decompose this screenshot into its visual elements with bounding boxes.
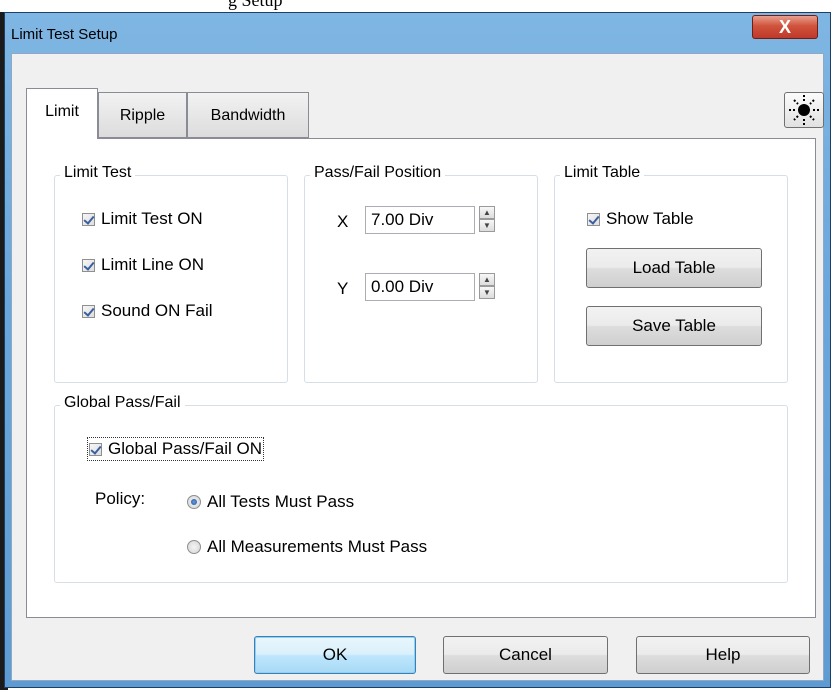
policy-all-measurements-label: All Measurements Must Pass xyxy=(207,537,428,556)
tab-limit[interactable]: Limit xyxy=(26,88,98,139)
policy-label: Policy: xyxy=(95,489,146,508)
ok-label: OK xyxy=(322,645,348,664)
help-button[interactable]: Help xyxy=(636,636,810,674)
checkbox-check-icon xyxy=(82,212,95,226)
show-table-label: Show Table xyxy=(606,209,694,228)
theme-button[interactable] xyxy=(784,92,824,128)
sound-on-fail-checkbox[interactable]: Sound ON Fail xyxy=(82,301,213,321)
checkbox-check-icon xyxy=(587,212,600,226)
tab-ripple-label: Ripple xyxy=(119,107,166,124)
close-button[interactable]: X xyxy=(752,15,818,39)
sun-icon xyxy=(789,95,819,125)
radio-selected-icon xyxy=(187,495,201,509)
spin-up-icon[interactable]: ▲ xyxy=(479,206,495,219)
policy-all-tests-label: All Tests Must Pass xyxy=(207,492,355,511)
x-position-label: X xyxy=(337,212,349,231)
background-text: g Setup xyxy=(228,0,283,10)
save-table-button[interactable]: Save Table xyxy=(586,306,762,346)
y-position-stepper[interactable]: ▲ ▼ xyxy=(479,273,497,301)
y-position-label: Y xyxy=(337,279,349,298)
cancel-label: Cancel xyxy=(499,645,552,664)
spin-down-icon[interactable]: ▼ xyxy=(479,286,495,299)
checkbox-check-icon xyxy=(89,442,102,456)
dialog-window: Limit Test Setup X Limit Ripple Bandwidt… xyxy=(4,12,831,688)
tab-ripple[interactable]: Ripple xyxy=(98,92,187,138)
radio-unselected-icon xyxy=(187,540,201,554)
show-table-checkbox[interactable]: Show Table xyxy=(587,209,694,229)
checkbox-check-icon xyxy=(82,258,95,272)
tab-bandwidth-label: Bandwidth xyxy=(210,107,286,124)
dialog-client-area: Limit Ripple Bandwidth Limit Test Limit … xyxy=(11,53,824,681)
y-position-input[interactable]: 0.00 Div xyxy=(365,273,475,301)
limit-test-on-label: Limit Test ON xyxy=(101,209,203,228)
limit-line-on-label: Limit Line ON xyxy=(101,255,204,274)
policy-all-measurements-radio[interactable]: All Measurements Must Pass xyxy=(187,537,427,557)
global-pass-fail-group-title: Global Pass/Fail xyxy=(60,394,185,412)
y-position-value: 0.00 Div xyxy=(371,277,434,296)
cancel-button[interactable]: Cancel xyxy=(443,636,608,674)
help-label: Help xyxy=(705,645,741,664)
x-position-value: 7.00 Div xyxy=(371,210,434,229)
tab-limit-label: Limit xyxy=(45,103,79,120)
limit-table-group-title: Limit Table xyxy=(560,164,645,182)
background-strip: g Setup xyxy=(0,0,833,12)
load-table-button[interactable]: Load Table xyxy=(586,248,762,288)
x-position-input[interactable]: 7.00 Div xyxy=(365,206,475,234)
close-icon: X xyxy=(778,17,791,37)
ok-button[interactable]: OK xyxy=(254,636,416,674)
spin-up-icon[interactable]: ▲ xyxy=(479,273,495,286)
tab-bandwidth[interactable]: Bandwidth xyxy=(187,92,309,138)
spin-down-icon[interactable]: ▼ xyxy=(479,219,495,232)
global-pass-fail-on-checkbox[interactable]: Global Pass/Fail ON xyxy=(87,437,264,461)
tab-panel-limit: Limit Test Limit Test ON Limit Line ON S… xyxy=(26,138,816,618)
title-bar[interactable]: Limit Test Setup X xyxy=(5,13,830,53)
policy-all-tests-radio[interactable]: All Tests Must Pass xyxy=(187,492,354,512)
limit-test-on-checkbox[interactable]: Limit Test ON xyxy=(82,209,203,229)
limit-line-on-checkbox[interactable]: Limit Line ON xyxy=(82,255,204,275)
checkbox-check-icon xyxy=(82,304,95,318)
sound-on-fail-label: Sound ON Fail xyxy=(101,301,213,320)
pass-fail-position-group-title: Pass/Fail Position xyxy=(310,164,446,182)
load-table-label: Load Table xyxy=(632,258,716,277)
limit-test-group-title: Limit Test xyxy=(60,164,136,182)
limit-test-group xyxy=(54,175,288,383)
save-table-label: Save Table xyxy=(632,316,716,335)
global-pass-fail-on-label: Global Pass/Fail ON xyxy=(108,439,262,458)
x-position-stepper[interactable]: ▲ ▼ xyxy=(479,206,497,234)
window-title: Limit Test Setup xyxy=(11,26,118,43)
